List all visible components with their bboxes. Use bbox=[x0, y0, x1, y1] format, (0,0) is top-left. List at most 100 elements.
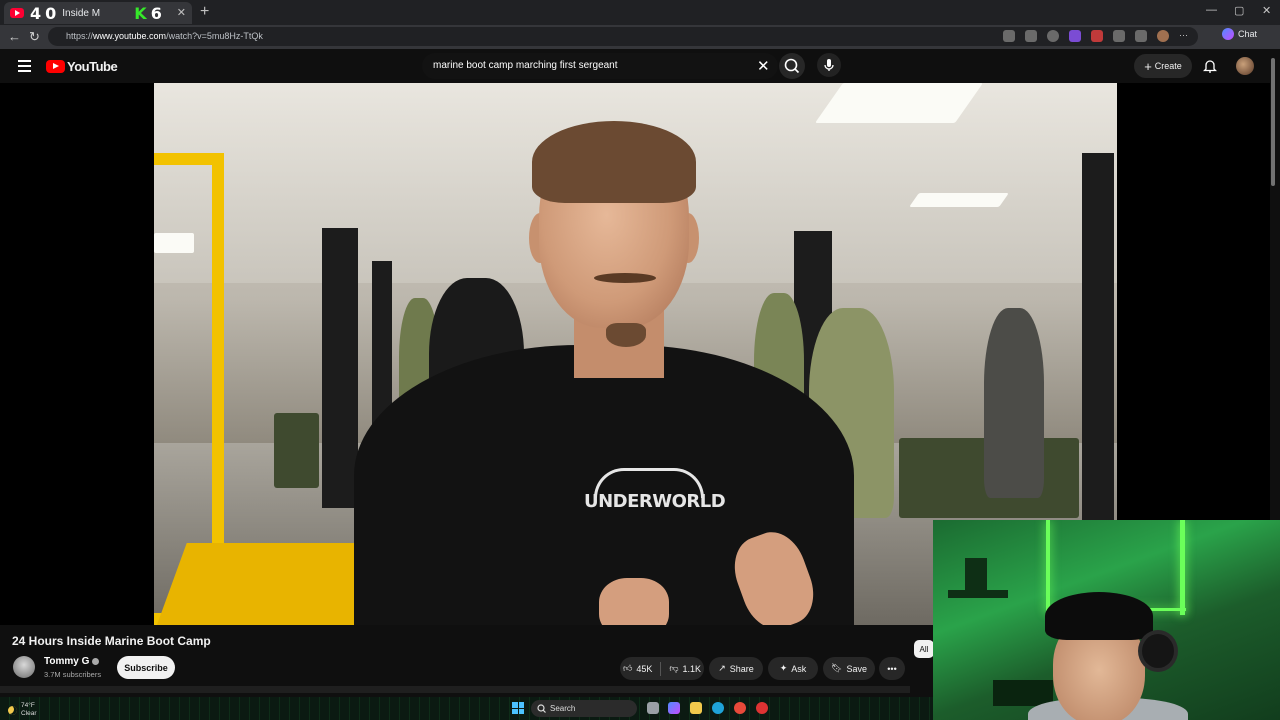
search-input[interactable]: marine boot camp marching first sergeant bbox=[422, 53, 778, 79]
copilot-icon bbox=[1222, 28, 1234, 40]
channel-avatar[interactable] bbox=[13, 656, 35, 678]
pill-divider bbox=[660, 661, 662, 676]
maximize-icon[interactable]: ▢ bbox=[1234, 4, 1244, 17]
overlay-letter: K bbox=[134, 3, 147, 23]
streamer-headset bbox=[1138, 630, 1178, 672]
chat-button[interactable]: Chat bbox=[1222, 28, 1257, 40]
extension-icon[interactable] bbox=[1047, 30, 1059, 42]
pillar bbox=[322, 228, 358, 508]
url-prefix: https:// bbox=[66, 31, 94, 41]
ceiling-light bbox=[814, 83, 984, 123]
thumbs-up-icon: 👍︎ bbox=[622, 663, 633, 673]
like-button[interactable]: 👍︎ 45K bbox=[623, 663, 652, 674]
extension-icon[interactable] bbox=[1091, 30, 1103, 42]
dislike-button[interactable]: 👎︎ 1.1K bbox=[669, 663, 701, 674]
windows-taskbar bbox=[0, 697, 933, 720]
menu-icon[interactable] bbox=[18, 60, 31, 72]
voice-search-button[interactable] bbox=[817, 53, 841, 77]
like-count: 45K bbox=[636, 663, 653, 674]
share-button[interactable]: ↗ Share bbox=[709, 657, 763, 680]
wall-shelf bbox=[948, 590, 1008, 598]
browser-menu-icon[interactable]: ··· bbox=[1179, 30, 1191, 42]
temperature: 74°F bbox=[21, 702, 35, 709]
footlocker bbox=[274, 413, 319, 488]
green-led-strip bbox=[1180, 520, 1185, 615]
create-button[interactable]: + Create bbox=[1134, 54, 1192, 78]
subscribe-button[interactable]: Subscribe bbox=[117, 656, 175, 679]
youtube-logo[interactable]: YouTube bbox=[46, 59, 118, 74]
browser-tabstrip: 4 0 Inside M K 6 ✕ + — ▢ ✕ bbox=[0, 0, 1280, 25]
new-tab-icon[interactable]: + bbox=[200, 3, 209, 21]
pillar bbox=[1082, 153, 1114, 553]
presenter-mustache bbox=[594, 273, 656, 283]
youtube-favicon-icon bbox=[10, 8, 24, 18]
profile-avatar-icon[interactable] bbox=[1157, 30, 1169, 42]
app-icon[interactable] bbox=[734, 702, 746, 714]
favorites-icon[interactable] bbox=[1135, 30, 1147, 42]
overlay-digit-3: 6 bbox=[150, 3, 162, 23]
file-explorer-icon[interactable] bbox=[690, 702, 702, 714]
wall-frame bbox=[965, 558, 987, 594]
chat-label: Chat bbox=[1238, 29, 1258, 39]
search-icon bbox=[784, 58, 800, 74]
task-view-icon[interactable] bbox=[647, 702, 659, 714]
search-icon bbox=[537, 704, 546, 713]
youtube-header: YouTube marine boot camp marching first … bbox=[0, 49, 1280, 83]
like-dislike-group: 👍︎ 45K 👎︎ 1.1K bbox=[620, 657, 704, 680]
account-avatar[interactable] bbox=[1236, 57, 1254, 75]
sparkle-icon: ✦ bbox=[779, 663, 788, 673]
weather-condition: Clear bbox=[21, 710, 37, 717]
extension-icon[interactable] bbox=[1069, 30, 1081, 42]
moon-icon bbox=[8, 705, 17, 715]
webcam-overlay bbox=[933, 520, 1280, 720]
plus-icon: + bbox=[1144, 58, 1152, 74]
browser-tab-youtube[interactable]: 4 0 Inside M K 6 ✕ bbox=[4, 2, 192, 24]
bookmark-icon: 🔖︎ bbox=[831, 663, 843, 673]
window-close-icon[interactable]: ✕ bbox=[1262, 4, 1271, 17]
minimize-icon[interactable]: — bbox=[1206, 4, 1217, 16]
refresh-extension-icon[interactable] bbox=[1113, 30, 1125, 42]
youtube-logo-text: YouTube bbox=[67, 59, 118, 74]
thumbs-down-icon: 👎︎ bbox=[669, 663, 679, 673]
search-button[interactable] bbox=[779, 53, 805, 79]
ask-label: Ask bbox=[791, 663, 807, 674]
streamer-cap-brim bbox=[1061, 628, 1131, 638]
back-icon[interactable]: ← bbox=[8, 29, 21, 44]
windows-start-icon[interactable] bbox=[512, 702, 524, 714]
recruit-figure bbox=[984, 308, 1044, 498]
extension-icons: ··· bbox=[1003, 30, 1191, 42]
tab-close-icon[interactable]: ✕ bbox=[177, 6, 186, 19]
presenter-hand bbox=[599, 578, 669, 625]
subscriber-count: 3.7M subscribers bbox=[44, 670, 102, 679]
url-path: /watch?v=5mu8Hz-TtQk bbox=[166, 31, 263, 41]
taskbar-search-label: Search bbox=[550, 704, 576, 713]
page-scrollbar[interactable] bbox=[1271, 58, 1275, 186]
channel-name-link[interactable]: Tommy G bbox=[44, 656, 100, 667]
shirt-logo-text: UNDERWORLD bbox=[584, 491, 726, 512]
matrix-wallpaper bbox=[0, 697, 933, 720]
ask-button[interactable]: ✦ Ask bbox=[768, 657, 818, 680]
reload-icon[interactable]: ↻ bbox=[29, 29, 40, 45]
filter-chip-all[interactable]: All bbox=[914, 640, 934, 658]
more-actions-button[interactable]: ••• bbox=[879, 657, 905, 680]
edge-browser-icon[interactable] bbox=[712, 702, 724, 714]
desk-item bbox=[993, 680, 1053, 706]
taskbar-search[interactable]: Search bbox=[531, 700, 637, 717]
copilot-taskbar-icon[interactable] bbox=[668, 702, 680, 714]
app-icon[interactable] bbox=[756, 702, 768, 714]
bookmark-star-icon[interactable] bbox=[1025, 30, 1037, 42]
microphone-icon bbox=[824, 59, 834, 71]
create-label: Create bbox=[1154, 61, 1182, 71]
clear-search-icon[interactable]: ✕ bbox=[757, 57, 770, 75]
verified-badge-icon bbox=[92, 658, 100, 665]
green-led-strip bbox=[1046, 520, 1050, 612]
extension-icon[interactable] bbox=[1003, 30, 1015, 42]
share-icon: ↗ bbox=[718, 663, 726, 673]
dislike-count: 1.1K bbox=[682, 663, 702, 674]
weather-widget[interactable]: 74°F Clear bbox=[8, 702, 37, 718]
save-button[interactable]: 🔖︎ Save bbox=[823, 657, 875, 680]
notifications-bell-icon[interactable] bbox=[1203, 58, 1217, 73]
presenter-hair bbox=[532, 121, 696, 203]
url-host: www.youtube.com bbox=[93, 31, 167, 41]
presenter-goatee bbox=[606, 323, 646, 347]
